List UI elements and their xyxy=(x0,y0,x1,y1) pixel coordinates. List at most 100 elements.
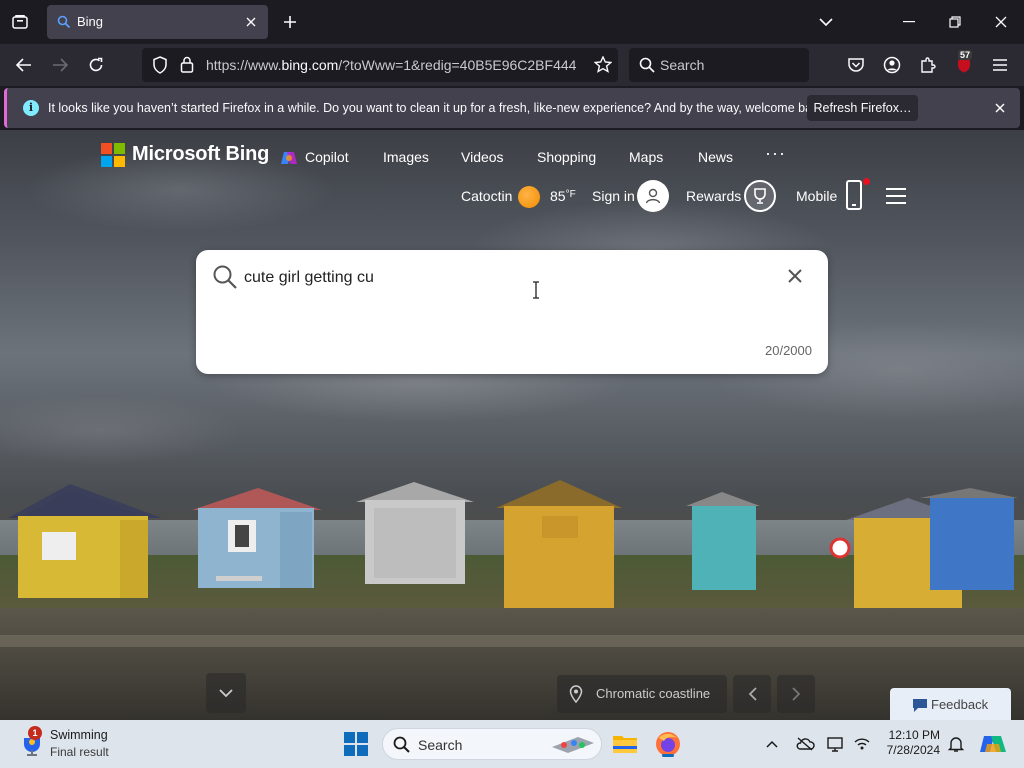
file-explorer-icon[interactable] xyxy=(611,730,639,758)
system-clock[interactable]: 12:10 PM 7/28/2024 xyxy=(884,728,940,758)
image-info-button[interactable]: Chromatic coastline xyxy=(557,675,727,713)
mobile-phone-icon[interactable] xyxy=(846,180,862,210)
sign-in-link[interactable]: Sign in xyxy=(592,188,635,204)
weather-widget-subtitle: Final result xyxy=(50,745,109,759)
nav-videos[interactable]: Videos xyxy=(461,149,504,165)
temperature-value: 85 xyxy=(550,188,566,204)
navigation-toolbar: https://www.bing.com/?toWww=1&redig=40B5… xyxy=(0,44,1024,86)
network-icon[interactable] xyxy=(852,734,872,754)
feedback-button[interactable]: Feedback xyxy=(890,688,1011,720)
search-icon xyxy=(639,57,655,73)
browser-search-bar[interactable]: Search xyxy=(629,48,809,82)
previous-image-button[interactable] xyxy=(733,675,771,713)
firefox-view-button[interactable] xyxy=(6,8,34,36)
mobile-link[interactable]: Mobile xyxy=(796,188,837,204)
search-icon xyxy=(393,736,410,753)
next-image-button[interactable] xyxy=(777,675,815,713)
lock-icon[interactable] xyxy=(180,56,194,73)
notification-message: It looks like you haven’t started Firefo… xyxy=(48,101,829,115)
firefox-view-icon xyxy=(12,15,28,29)
search-query-text[interactable]: cute girl getting cu xyxy=(244,269,374,287)
url-bar[interactable]: https://www.bing.com/?toWww=1&redig=40B5… xyxy=(142,48,618,82)
pocket-icon xyxy=(848,58,864,72)
pocket-button[interactable] xyxy=(842,51,870,79)
tab-bar: Bing xyxy=(0,0,1024,44)
beach-huts-illustration xyxy=(8,480,1018,608)
microsoft-logo-icon[interactable] xyxy=(101,143,125,167)
nav-news[interactable]: News xyxy=(698,149,733,165)
arrow-right-icon xyxy=(53,58,68,72)
taskbar-search-placeholder: Search xyxy=(418,737,463,753)
temperature-unit: °F xyxy=(565,189,576,200)
sunny-weather-icon[interactable] xyxy=(518,186,540,208)
plus-icon xyxy=(284,16,296,28)
list-all-tabs-button[interactable] xyxy=(814,10,838,34)
nav-copilot[interactable]: Copilot xyxy=(305,149,349,165)
nav-maps[interactable]: Maps xyxy=(629,149,663,165)
reload-button[interactable] xyxy=(82,51,110,79)
text-cursor-icon xyxy=(533,281,539,299)
show-hidden-icons-button[interactable] xyxy=(762,734,782,754)
tab-bing[interactable]: Bing xyxy=(47,5,268,39)
notification-close-button[interactable] xyxy=(991,99,1009,117)
user-avatar-icon[interactable] xyxy=(637,180,669,212)
image-location-label: Chromatic coastline xyxy=(596,686,711,701)
settings-menu-button[interactable] xyxy=(886,188,906,204)
weather-location[interactable]: Catoctin xyxy=(461,188,512,204)
person-icon xyxy=(645,188,661,204)
chevron-down-icon xyxy=(219,688,233,697)
notification-dot xyxy=(863,178,870,185)
shield-icon[interactable] xyxy=(152,56,168,74)
firefox-taskbar-icon[interactable] xyxy=(654,730,682,758)
close-icon xyxy=(246,17,256,27)
restore-button[interactable] xyxy=(932,6,978,38)
forward-button[interactable] xyxy=(46,51,74,79)
clear-search-icon[interactable] xyxy=(788,269,802,283)
onedrive-icon[interactable] xyxy=(795,734,815,754)
back-button[interactable] xyxy=(10,51,38,79)
rewards-trophy-icon[interactable] xyxy=(744,180,776,212)
search-placeholder: Search xyxy=(660,57,705,73)
account-button[interactable] xyxy=(878,51,906,79)
clock-date: 7/28/2024 xyxy=(886,743,940,757)
chevron-down-icon xyxy=(819,18,833,27)
weather-temperature[interactable]: 85°F xyxy=(550,188,576,204)
bookmark-star-icon[interactable] xyxy=(594,56,612,73)
nav-shopping[interactable]: Shopping xyxy=(537,149,596,165)
search-icon[interactable] xyxy=(212,264,238,290)
close-window-button[interactable] xyxy=(978,6,1024,38)
start-button[interactable] xyxy=(344,732,368,756)
bing-homepage: Microsoft Bing Copilot Images Videos Sho… xyxy=(0,130,1024,720)
windows-taskbar: 1 Swimming Final result Search 12:10 PM … xyxy=(0,720,1024,768)
character-counter: 20/2000 xyxy=(765,343,812,358)
minimize-button[interactable] xyxy=(886,6,932,38)
rewards-link[interactable]: Rewards xyxy=(686,188,741,204)
tab-close-button[interactable] xyxy=(242,13,260,31)
app-menu-button[interactable] xyxy=(986,51,1014,79)
extensions-button[interactable] xyxy=(914,51,942,79)
refresh-firefox-button[interactable]: Refresh Firefox… xyxy=(807,95,918,121)
taskbar-search-box[interactable]: Search xyxy=(382,728,602,760)
puzzle-icon xyxy=(921,57,936,73)
active-app-indicator xyxy=(662,754,674,757)
notifications-bell-icon[interactable] xyxy=(946,734,966,754)
new-tab-button[interactable] xyxy=(278,10,302,34)
nav-more-button[interactable]: ··· xyxy=(765,143,786,164)
display-icon[interactable] xyxy=(826,734,846,754)
close-icon xyxy=(995,103,1005,113)
scroll-down-button[interactable] xyxy=(206,673,246,713)
clock-time: 12:10 PM xyxy=(888,728,940,742)
bing-brand[interactable]: Microsoft Bing xyxy=(132,143,269,166)
url-text[interactable]: https://www.bing.com/?toWww=1&redig=40B5… xyxy=(206,57,588,73)
copilot-icon[interactable] xyxy=(280,149,298,167)
extension-badge: 57 xyxy=(958,50,973,60)
weather-notification-badge: 1 xyxy=(28,726,42,740)
url-path: /?toWww=1&redig=40B5E96C2BF444 xyxy=(338,57,577,73)
chevron-left-icon xyxy=(748,687,757,701)
bing-search-box[interactable]: cute girl getting cu 20/2000 xyxy=(196,250,828,374)
location-pin-icon xyxy=(569,685,583,703)
nav-images[interactable]: Images xyxy=(383,149,429,165)
copilot-taskbar-icon[interactable] xyxy=(979,730,1007,758)
search-highlight-icon xyxy=(552,737,594,753)
feedback-icon xyxy=(913,699,927,712)
